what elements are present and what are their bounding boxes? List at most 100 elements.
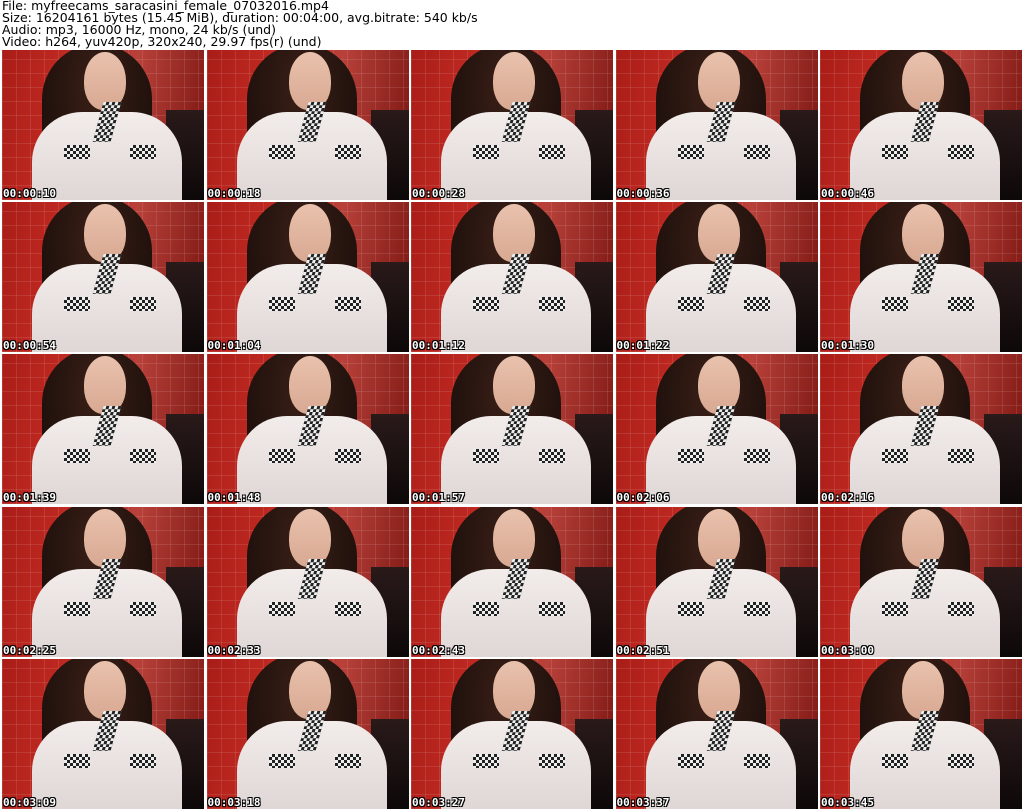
right-pocket-pattern <box>539 145 565 159</box>
left-pocket-pattern <box>64 449 90 464</box>
frame-timestamp: 00:03:27 <box>412 795 465 809</box>
video-frame-thumbnail: 00:03:37 <box>615 658 818 809</box>
frame-timestamp: 00:00:54 <box>3 339 56 353</box>
video-frame-thumbnail: 00:00:18 <box>206 50 409 200</box>
face-shape <box>493 508 535 567</box>
right-pocket-pattern <box>130 449 156 464</box>
right-pocket-pattern <box>948 601 974 616</box>
face-shape <box>288 508 331 567</box>
right-pocket-pattern <box>334 753 361 768</box>
right-pocket-pattern <box>743 753 770 768</box>
left-pocket-pattern <box>677 753 704 768</box>
video-frame-thumbnail: 00:02:33 <box>206 506 409 657</box>
right-pocket-pattern <box>130 145 156 159</box>
frame-timestamp: 00:01:57 <box>412 491 465 505</box>
video-frame-thumbnail: 00:00:54 <box>2 202 204 353</box>
frame-timestamp: 00:02:51 <box>616 643 670 657</box>
video-frame-thumbnail: 00:03:27 <box>411 658 613 809</box>
video-frame-thumbnail: 00:01:22 <box>615 202 818 353</box>
right-pocket-pattern <box>948 449 974 464</box>
left-pocket-pattern <box>473 145 499 159</box>
right-pocket-pattern <box>743 449 770 464</box>
right-pocket-pattern <box>948 753 974 768</box>
left-pocket-pattern <box>882 753 908 768</box>
video-frame-thumbnail: 00:00:28 <box>411 50 613 200</box>
frame-timestamp: 00:02:43 <box>412 643 465 657</box>
video-frame-thumbnail: 00:01:57 <box>411 354 613 505</box>
video-info-line: Video: h264, yuv420p, 320x240, 29.97 fps… <box>2 34 322 49</box>
video-frame-thumbnail: 00:03:09 <box>2 658 204 809</box>
video-frame-thumbnail: 00:00:10 <box>2 50 204 200</box>
video-frame-thumbnail: 00:03:45 <box>820 658 1022 809</box>
frame-timestamp: 00:01:48 <box>207 491 261 505</box>
frame-timestamp: 00:03:00 <box>821 643 874 657</box>
right-pocket-pattern <box>948 145 974 159</box>
video-frame-thumbnail: 00:03:18 <box>206 658 409 809</box>
left-pocket-pattern <box>268 601 295 616</box>
right-pocket-pattern <box>539 753 565 768</box>
left-pocket-pattern <box>882 145 908 159</box>
video-frame-thumbnail: 00:02:51 <box>615 506 818 657</box>
left-pocket-pattern <box>268 145 295 159</box>
right-pocket-pattern <box>130 297 156 312</box>
frame-timestamp: 00:01:39 <box>3 491 56 505</box>
right-pocket-pattern <box>130 753 156 768</box>
frame-timestamp: 00:03:18 <box>207 795 261 809</box>
frame-timestamp: 00:01:12 <box>412 339 465 353</box>
right-pocket-pattern <box>539 449 565 464</box>
left-pocket-pattern <box>882 449 908 464</box>
frame-timestamp: 00:02:33 <box>207 643 261 657</box>
right-pocket-pattern <box>539 297 565 312</box>
left-pocket-pattern <box>473 601 499 616</box>
frame-timestamp: 00:03:45 <box>821 795 874 809</box>
left-pocket-pattern <box>882 297 908 312</box>
right-pocket-pattern <box>948 297 974 312</box>
frame-timestamp: 00:02:16 <box>821 491 874 505</box>
left-pocket-pattern <box>473 297 499 312</box>
left-pocket-pattern <box>268 297 295 312</box>
video-frame-thumbnail: 00:00:46 <box>820 50 1022 200</box>
right-pocket-pattern <box>334 601 361 616</box>
frame-timestamp: 00:00:10 <box>3 187 56 200</box>
left-pocket-pattern <box>268 449 295 464</box>
frame-timestamp: 00:00:36 <box>616 187 670 200</box>
video-frame-thumbnail: 00:01:39 <box>2 354 204 505</box>
left-pocket-pattern <box>677 601 704 616</box>
frame-timestamp: 00:02:06 <box>616 491 670 505</box>
video-frame-thumbnail: 00:03:00 <box>820 506 1022 657</box>
face-shape <box>902 508 944 567</box>
video-frame-thumbnail: 00:00:36 <box>615 50 818 200</box>
frame-timestamp: 00:00:18 <box>207 187 261 200</box>
right-pocket-pattern <box>334 145 361 159</box>
left-pocket-pattern <box>473 449 499 464</box>
video-frame-thumbnail: 00:02:16 <box>820 354 1022 505</box>
left-pocket-pattern <box>268 753 295 768</box>
face-shape <box>697 508 740 567</box>
info-header: File: myfreecams_saracasini_female_07032… <box>2 0 1022 48</box>
left-pocket-pattern <box>64 297 90 312</box>
face-shape <box>84 508 126 567</box>
left-pocket-pattern <box>64 753 90 768</box>
right-pocket-pattern <box>743 297 770 312</box>
frame-timestamp: 00:00:46 <box>821 187 874 200</box>
right-pocket-pattern <box>539 601 565 616</box>
frame-timestamp: 00:02:25 <box>3 643 56 657</box>
frame-timestamp: 00:01:22 <box>616 339 670 353</box>
right-pocket-pattern <box>743 145 770 159</box>
frame-timestamp: 00:01:30 <box>821 339 874 353</box>
frame-timestamp: 00:00:28 <box>412 187 465 200</box>
right-pocket-pattern <box>334 297 361 312</box>
right-pocket-pattern <box>130 601 156 616</box>
left-pocket-pattern <box>64 601 90 616</box>
left-pocket-pattern <box>64 145 90 159</box>
left-pocket-pattern <box>473 753 499 768</box>
video-frame-thumbnail: 00:02:25 <box>2 506 204 657</box>
video-frame-thumbnail: 00:01:30 <box>820 202 1022 353</box>
thumbnail-grid: 00:00:10 00:00:18 00:00:28 00:00:36 00:00:46… <box>2 50 1022 809</box>
left-pocket-pattern <box>677 297 704 312</box>
left-pocket-pattern <box>677 449 704 464</box>
left-pocket-pattern <box>677 145 704 159</box>
left-pocket-pattern <box>882 601 908 616</box>
right-pocket-pattern <box>743 601 770 616</box>
video-frame-thumbnail: 00:02:06 <box>615 354 818 505</box>
